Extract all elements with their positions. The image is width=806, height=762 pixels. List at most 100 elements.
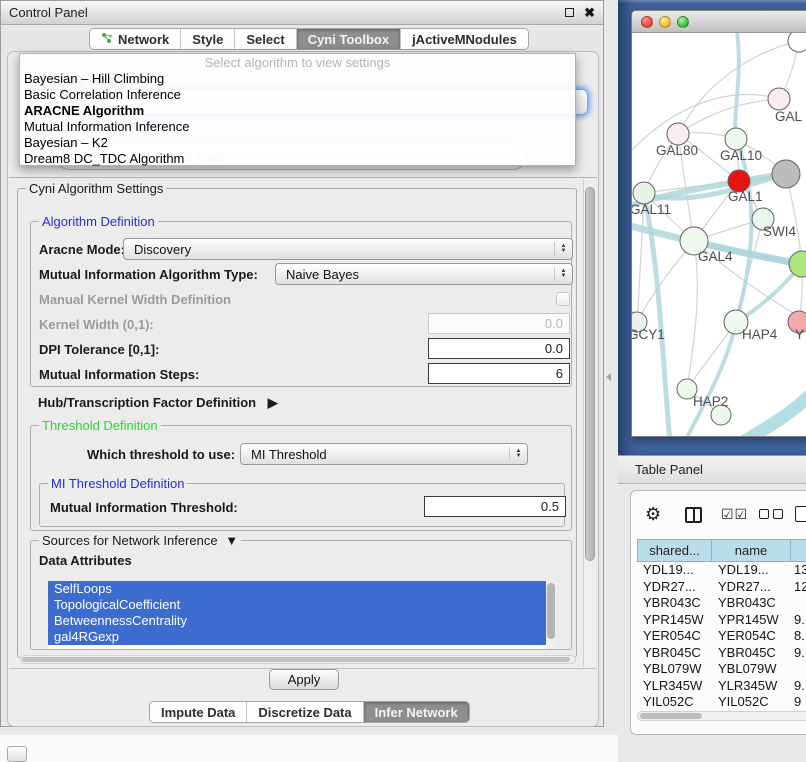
mi-type-label: Mutual Information Algorithm Type: (39, 267, 258, 282)
manual-kernel-label: Manual Kernel Width Definition (39, 292, 231, 307)
table-row[interactable]: YER054CYER054C8. (637, 628, 806, 645)
minimize-traffic-light-icon[interactable] (659, 16, 671, 28)
algorithm-option-mutual-information-inference[interactable]: Mutual Information Inference (20, 119, 575, 135)
mi-threshold-field[interactable]: 0.5 (424, 496, 566, 517)
algorithm-definition-title: Algorithm Definition (39, 214, 158, 229)
column-header-name[interactable]: name (712, 539, 791, 562)
kernel-width-label: Kernel Width (0,1): (39, 317, 154, 332)
tab-select[interactable]: Select (235, 29, 296, 49)
table-horizontal-scrollbar[interactable] (637, 711, 806, 721)
stepper-arrows-icon: ▲▼ (554, 242, 572, 256)
node-label: GAL80 (656, 143, 698, 158)
stepper-arrows-icon: ▲▼ (509, 447, 527, 461)
table-cell: YBL079W (712, 661, 791, 678)
gear-icon[interactable]: ⚙ (645, 504, 661, 525)
table-row[interactable]: YDR27...YDR27...12 (637, 579, 806, 596)
network-window-titlebar[interactable] (632, 11, 806, 33)
tab-network[interactable]: Network (90, 29, 181, 49)
mi-type-combobox[interactable]: Naive Bayes ▲▼ (275, 263, 573, 285)
node-label: Y (795, 327, 804, 342)
hub-definition-toggle[interactable]: Hub/Transcription Factor Definition ▶ (38, 395, 278, 411)
table-cell: 8. (791, 628, 806, 645)
dpi-tolerance-field[interactable]: 0.0 (428, 338, 570, 359)
network-node-gal80[interactable] (667, 123, 689, 145)
network-node-gal[interactable] (768, 88, 790, 110)
sources-group: Sources for Network Inference ▼ Data Att… (30, 540, 572, 650)
tab-jactivemnodules[interactable]: jActiveMNodules (401, 29, 528, 49)
column-header-cut[interactable] (791, 539, 806, 562)
tab-cyni-toolbox[interactable]: Cyni Toolbox (297, 29, 401, 49)
table-row[interactable]: YDL19...YDL19...13 (637, 562, 806, 579)
algorithm-option-bayesian-hill-climbing[interactable]: Bayesian – Hill Climbing (20, 71, 575, 87)
manual-kernel-checkbox[interactable] (556, 292, 570, 306)
table-row[interactable]: YBR045CYBR045C9. (637, 645, 806, 662)
network-node[interactable] (788, 33, 806, 52)
zoom-traffic-light-icon[interactable] (677, 16, 689, 28)
table-cell: 9. (791, 645, 806, 662)
table-cell: YBR043C (712, 595, 791, 612)
table-cell: YPR145W (637, 612, 712, 629)
new-table-icon[interactable] (795, 506, 806, 522)
table-row[interactable]: YIL052CYIL052C9 (637, 694, 806, 711)
which-threshold-combobox[interactable]: MI Threshold ▲▼ (240, 443, 528, 465)
network-node[interactable] (772, 160, 800, 188)
bottom-tabs: Impute DataDiscretize DataInfer Network (149, 701, 470, 723)
select-all-checkboxes-icon[interactable]: ☑☑ (721, 506, 748, 523)
collapsed-panel-button[interactable] (7, 746, 27, 762)
tab-discretize-data[interactable]: Discretize Data (247, 702, 363, 722)
mi-steps-label: Mutual Information Steps: (39, 367, 199, 382)
attribute-item-gal4rgexp[interactable]: gal4RGexp (48, 629, 556, 645)
network-node-gal10[interactable] (725, 128, 747, 150)
node-table[interactable]: shared...name YDL19...YDL19...13YDR27...… (637, 539, 806, 711)
table-row[interactable]: YBL079WYBL079W (637, 661, 806, 678)
table-header-row[interactable]: shared...name (637, 539, 806, 562)
close-traffic-light-icon[interactable] (641, 16, 653, 28)
columns-icon[interactable] (685, 507, 702, 523)
network-node-gal11[interactable] (633, 182, 655, 204)
table-cell: YER054C (712, 628, 791, 645)
mi-threshold-label: Mutual Information Threshold: (50, 500, 238, 515)
table-cell: YDR27... (712, 579, 791, 596)
table-cell: YIL052C (712, 694, 791, 711)
tab-style[interactable]: Style (181, 29, 235, 49)
table-panel-titlebar[interactable]: Table Panel (618, 455, 806, 484)
mi-steps-field[interactable]: 6 (428, 363, 570, 384)
splitter-handle[interactable] (606, 373, 611, 381)
table-cell: YDL19... (637, 562, 712, 579)
table-row[interactable]: YBR043CYBR043C (637, 595, 806, 612)
table-row[interactable]: YLR345WYLR345W9. (637, 678, 806, 695)
network-view-window[interactable]: GALGAL80GAL10GAL1GAL11SWI4GAL4GCY1HAP4YH… (631, 10, 806, 437)
list-scrollbar[interactable] (546, 581, 556, 649)
close-icon[interactable]: ✖ (584, 6, 595, 19)
algorithm-popup-placeholder: Select algorithm to view settings (20, 54, 575, 71)
table-cell: YIL052C (637, 694, 712, 711)
table-cell: 13 (791, 562, 806, 579)
attribute-item-topologicalcoefficient[interactable]: TopologicalCoefficient (48, 597, 556, 613)
control-panel-titlebar[interactable]: Control Panel ✖ (1, 1, 603, 25)
algorithm-option-aracne-algorithm[interactable]: ARACNE Algorithm (20, 103, 575, 119)
attribute-item-selfloops[interactable]: SelfLoops (48, 581, 556, 597)
float-window-icon[interactable] (565, 8, 574, 17)
tab-impute-data[interactable]: Impute Data (150, 702, 247, 722)
algorithm-option-basic-correlation-inference[interactable]: Basic Correlation Inference (20, 87, 575, 103)
tab-infer-network[interactable]: Infer Network (364, 702, 469, 722)
aracne-mode-combobox[interactable]: Discovery ▲▼ (123, 238, 573, 260)
column-header-shared[interactable]: shared... (637, 539, 712, 562)
table-cell (791, 661, 806, 678)
node-label: SWI4 (763, 224, 796, 239)
attribute-item-betweennesscentrality[interactable]: BetweennessCentrality (48, 613, 556, 629)
settings-horizontal-scrollbar[interactable] (20, 655, 576, 664)
apply-button[interactable]: Apply (269, 669, 339, 690)
sources-group-title[interactable]: Sources for Network Inference ▼ (39, 533, 241, 548)
network-canvas[interactable]: GALGAL80GAL10GAL1GAL11SWI4GAL4GCY1HAP4YH… (632, 33, 806, 437)
node-label: GAL1 (728, 189, 763, 204)
data-attributes-list[interactable]: SelfLoopsTopologicalCoefficientBetweenne… (48, 581, 556, 649)
chevron-down-icon: ▼ (225, 533, 238, 548)
algorithm-option-dream8-dc-tdc-algorithm[interactable]: Dream8 DC_TDC Algorithm (20, 151, 575, 167)
algorithm-option-bayesian-k2[interactable]: Bayesian – K2 (20, 135, 575, 151)
kernel-width-field[interactable]: 0.0 (428, 313, 570, 334)
table-row[interactable]: YPR145WYPR145W9. (637, 612, 806, 629)
deselect-all-checkboxes-icon[interactable] (759, 509, 787, 519)
cyni-algorithm-settings-title: Cyni Algorithm Settings (26, 181, 166, 196)
settings-vertical-scrollbar[interactable] (583, 179, 596, 667)
